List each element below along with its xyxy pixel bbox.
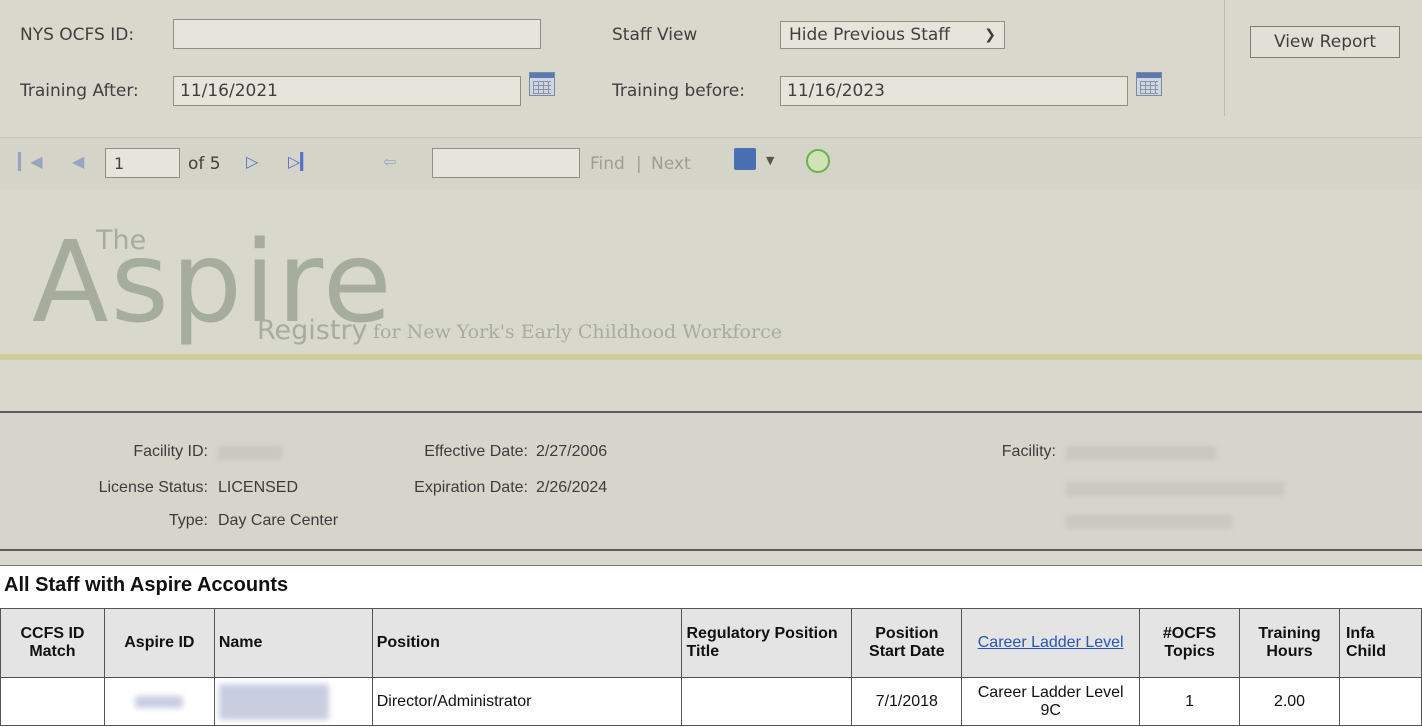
- report-parameters: NYS OCFS ID: Staff View Hide Previous St…: [0, 0, 1422, 135]
- cell-ocfs-topics: 1: [1139, 677, 1241, 726]
- staff-section-title: All Staff with Aspire Accounts: [4, 574, 289, 596]
- ocfs-id-input[interactable]: [173, 19, 541, 49]
- header-position: Position: [371, 608, 683, 678]
- logo-tagline: for New York's Early Childhood Workforce: [373, 321, 782, 343]
- aspire-id-redacted: [135, 695, 184, 708]
- header-training-hours: Training Hours: [1239, 608, 1340, 678]
- facility-label: Facility:: [1001, 443, 1056, 460]
- refresh-icon[interactable]: [806, 149, 830, 173]
- report-toolbar: ▎◀ ◀ 1 of 5 ▷ ▷▎ ⇦ Find | Next ▼: [0, 137, 1422, 189]
- staff-table: CCFS ID Match Aspire ID Name Position Re…: [0, 608, 1422, 726]
- export-save-icon[interactable]: [734, 148, 756, 170]
- logo-underline: [0, 354, 1422, 360]
- page-number-input[interactable]: 1: [105, 148, 180, 178]
- staff-table-header: CCFS ID Match Aspire ID Name Position Re…: [0, 608, 1422, 678]
- header-name: Name: [213, 608, 373, 678]
- effective-date-label: Effective Date:: [424, 443, 528, 460]
- expiration-date-label: Expiration Date:: [414, 479, 528, 496]
- page-count: of 5: [188, 154, 221, 174]
- header-career-ladder-level-link[interactable]: Career Ladder Level: [978, 634, 1124, 651]
- training-after-label: Training After:: [20, 81, 139, 101]
- cell-aspire-id: [103, 677, 215, 726]
- export-dropdown-icon[interactable]: ▼: [766, 154, 774, 167]
- find-link[interactable]: Find: [590, 154, 625, 174]
- facility-address-redacted: [1066, 482, 1284, 496]
- find-separator: |: [636, 154, 642, 174]
- header-ccfs-id-match: CCFS ID Match: [0, 608, 105, 678]
- header-ocfs-topics: #OCFS Topics: [1139, 608, 1241, 678]
- last-page-icon[interactable]: ▷▎: [288, 152, 313, 171]
- next-link[interactable]: Next: [651, 154, 691, 174]
- facility-id-value-redacted: [218, 446, 282, 460]
- table-row: Director/Administrator 7/1/2018 Career L…: [0, 677, 1422, 726]
- parameter-separator: [1224, 0, 1225, 116]
- logo-registry: Registry: [257, 315, 368, 346]
- staff-view-select[interactable]: Hide Previous Staff ❯: [780, 21, 1005, 49]
- cell-training-hours: 2.00: [1239, 677, 1340, 726]
- cell-position-start-date: 7/1/2018: [851, 677, 963, 726]
- cell-name: [213, 677, 373, 726]
- header-position-start-date: Position Start Date: [851, 608, 963, 678]
- facility-id-label: Facility ID:: [133, 443, 208, 460]
- header-infant-child: Infa Child: [1338, 608, 1422, 678]
- calendar-icon[interactable]: [529, 72, 555, 96]
- staff-view-selected: Hide Previous Staff: [789, 25, 950, 45]
- expiration-date-value: 2/26/2024: [536, 479, 608, 496]
- header-aspire-id: Aspire ID: [103, 608, 215, 678]
- staff-view-label: Staff View: [612, 25, 698, 45]
- report-body: The Aspire Registry for New York's Early…: [0, 189, 1422, 727]
- facility-info: Facility ID: License Status: LICENSED Ty…: [0, 411, 1422, 551]
- view-report-button[interactable]: View Report: [1250, 26, 1400, 58]
- staff-section: All Staff with Aspire Accounts CCFS ID M…: [0, 565, 1422, 727]
- license-status-label: License Status:: [98, 479, 208, 496]
- effective-date-value: 2/27/2006: [536, 443, 608, 460]
- next-page-icon[interactable]: ▷: [246, 152, 258, 171]
- cell-position: Director/Administrator: [371, 677, 683, 726]
- calendar-icon[interactable]: [1136, 72, 1162, 96]
- training-after-input[interactable]: 11/16/2021: [173, 76, 521, 106]
- training-before-label: Training before:: [612, 81, 745, 101]
- previous-page-icon[interactable]: ◀: [72, 152, 84, 171]
- type-value: Day Care Center: [218, 512, 339, 529]
- training-before-input[interactable]: 11/16/2023: [780, 76, 1128, 106]
- facility-city-redacted: [1066, 515, 1232, 529]
- find-input[interactable]: [432, 148, 580, 178]
- ocfs-id-label: NYS OCFS ID:: [20, 25, 135, 45]
- cell-infant-child: [1338, 677, 1422, 726]
- cell-career-ladder-level: Career Ladder Level 9C: [961, 677, 1141, 726]
- chevron-down-icon: ❯: [984, 27, 996, 43]
- back-icon[interactable]: ⇦: [383, 152, 396, 171]
- header-regulatory-position-title: Regulatory Position Title: [681, 608, 853, 678]
- type-label: Type:: [168, 512, 208, 529]
- cell-regulatory-position-title: [681, 677, 853, 726]
- cell-ccfs-id-match: [0, 677, 105, 726]
- facility-name-redacted: [1066, 446, 1216, 460]
- license-status-value: LICENSED: [218, 479, 299, 496]
- first-page-icon[interactable]: ▎◀: [18, 152, 43, 171]
- aspire-registry-logo: The Aspire Registry for New York's Early…: [28, 211, 888, 351]
- name-redacted: [218, 683, 329, 720]
